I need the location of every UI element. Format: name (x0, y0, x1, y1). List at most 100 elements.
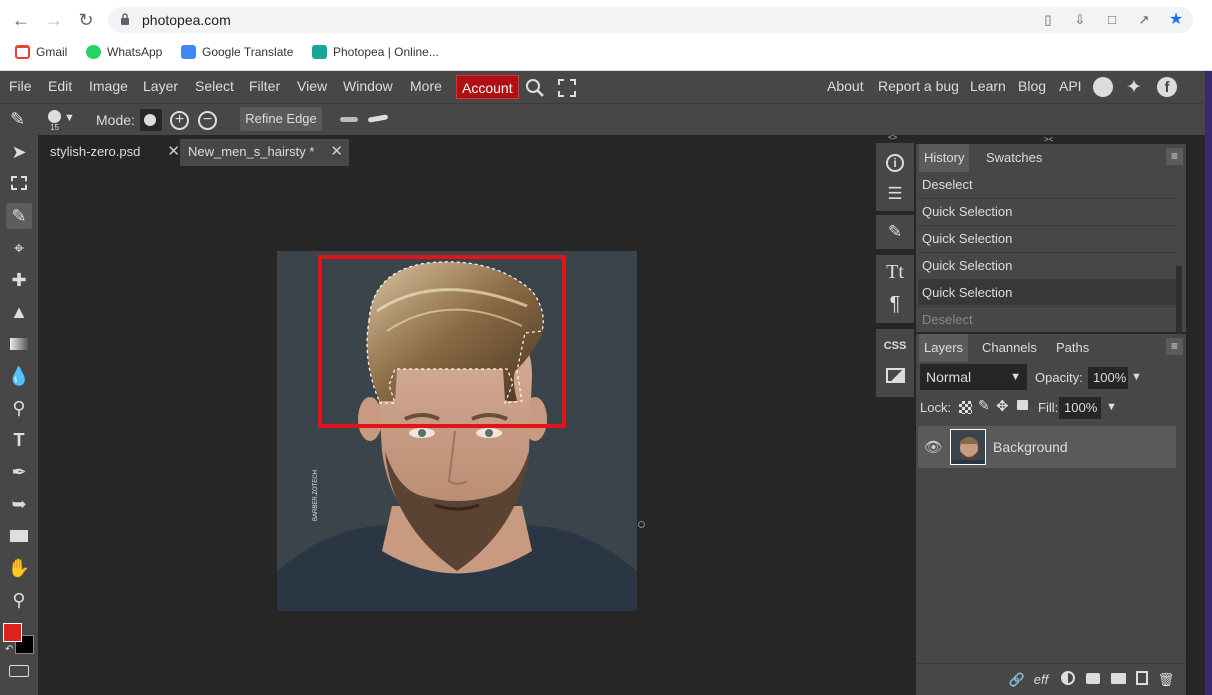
marquee-tool-icon[interactable] (6, 171, 32, 197)
rectangle-tool-icon[interactable] (6, 523, 32, 549)
tab-channels[interactable]: Channels (977, 334, 1042, 362)
quick-selection-tool-icon[interactable]: ✎ (10, 109, 25, 130)
menu-layer[interactable]: Layer (143, 78, 178, 94)
history-item[interactable]: Quick Selection (918, 198, 1176, 224)
zoom-tool-icon[interactable]: ⚲ (6, 587, 32, 613)
brush-settings-icon[interactable]: ✎ (876, 217, 914, 247)
swap-colors-icon[interactable]: ↶ (5, 644, 13, 655)
panel-menu-icon[interactable]: ≡ (1166, 338, 1183, 355)
blur-tool-icon[interactable]: 💧 (6, 363, 32, 389)
tab-history[interactable]: History (919, 144, 970, 172)
lock-all-icon[interactable] (1017, 400, 1028, 410)
menu-more[interactable]: More (410, 78, 442, 94)
brush-dropdown-icon[interactable]: ▼ (64, 112, 75, 124)
tab-layers[interactable]: Layers (919, 334, 969, 362)
tab-swatches[interactable]: Swatches (981, 144, 1047, 172)
dodge-tool-icon[interactable]: ⚲ (6, 395, 32, 421)
mode-subtract-icon[interactable]: − (198, 111, 217, 130)
search-icon[interactable] (525, 78, 545, 98)
mode-new-selection-icon[interactable] (140, 109, 162, 131)
path-select-tool-icon[interactable]: ➥ (6, 491, 32, 517)
panel-collapse-icon[interactable]: >< (1044, 135, 1053, 144)
close-icon[interactable]: ✕ (167, 139, 180, 165)
menu-report-bug[interactable]: Report a bug (878, 78, 959, 94)
refine-edge-button[interactable]: Refine Edge (240, 107, 322, 131)
menu-file[interactable]: File (9, 78, 32, 94)
keyboard-icon[interactable] (9, 665, 29, 677)
paragraph-icon[interactable]: ¶ (876, 289, 914, 319)
lock-position-icon[interactable]: ✥ (996, 397, 1009, 415)
menu-filter[interactable]: Filter (249, 78, 280, 94)
bookmark-star-icon[interactable]: ★ (1168, 12, 1184, 28)
page-icon[interactable]: □ (1104, 12, 1120, 28)
crop-tool-icon[interactable]: ⌖ (6, 235, 32, 261)
history-item[interactable]: Deselect (918, 172, 1176, 198)
screenshot-icon[interactable]: ▯ (1040, 12, 1056, 28)
adjustments-icon[interactable]: ☰ (876, 179, 914, 209)
lock-transparency-icon[interactable] (959, 401, 972, 414)
eye-icon[interactable]: 👁 (924, 438, 943, 456)
foreground-color-swatch[interactable] (3, 623, 22, 642)
menu-select[interactable]: Select (195, 78, 234, 94)
info-icon[interactable]: i (876, 147, 914, 177)
brush-preview-icon[interactable] (48, 110, 61, 123)
fill-dropdown-icon[interactable]: ▼ (1106, 401, 1117, 413)
doc-tab-inactive[interactable]: New_men_s_hairsty * ✕ (180, 139, 349, 166)
tab-paths[interactable]: Paths (1051, 334, 1094, 362)
healing-tool-icon[interactable]: ✚ (6, 267, 32, 293)
link-icon[interactable]: 🔗 (1008, 671, 1026, 689)
bookmark-whatsapp[interactable]: WhatsApp (86, 44, 162, 60)
adjustment-layer-icon[interactable] (1059, 671, 1077, 689)
new-layer-icon[interactable] (1133, 671, 1151, 689)
css-icon[interactable]: CSS (876, 331, 914, 361)
menu-image[interactable]: Image (89, 78, 128, 94)
menu-window[interactable]: Window (343, 78, 393, 94)
address-bar[interactable]: photopea.com ▯ ⇩ □ ↗ ★ (108, 7, 1193, 33)
back-icon[interactable]: ← (10, 9, 32, 31)
folder-icon[interactable] (1109, 671, 1127, 689)
menu-api[interactable]: API (1059, 78, 1082, 94)
gradient-tool-icon[interactable] (6, 331, 32, 357)
hand-tool-icon[interactable]: ✋ (6, 555, 32, 581)
menu-view[interactable]: View (297, 78, 327, 94)
reload-icon[interactable]: ↻ (75, 9, 97, 31)
bookmark-google-translate[interactable]: Google Translate (181, 44, 293, 60)
history-item[interactable]: Quick Selection (918, 225, 1176, 251)
image-icon[interactable] (876, 363, 914, 393)
brush-spacing-icon[interactable] (367, 114, 389, 123)
panel-menu-icon[interactable]: ≡ (1166, 148, 1183, 165)
menu-edit[interactable]: Edit (48, 78, 72, 94)
move-tool-icon[interactable]: ➤ (6, 139, 32, 165)
share-icon[interactable]: ↗ (1136, 12, 1152, 28)
history-item-undone[interactable]: Deselect (918, 306, 1176, 332)
layer-row-background[interactable]: 👁 Background (918, 426, 1176, 468)
forward-icon[interactable]: → (43, 9, 65, 31)
mode-add-icon[interactable]: + (170, 111, 189, 130)
brush-hardness-icon[interactable] (340, 117, 358, 122)
history-item-current[interactable]: Quick Selection (918, 279, 1176, 305)
account-button[interactable]: Account (456, 75, 519, 99)
type-tool-icon[interactable]: T (6, 427, 32, 453)
pen-tool-icon[interactable]: ✒ (6, 459, 32, 485)
character-icon[interactable]: Tt (876, 257, 914, 287)
close-icon[interactable]: ✕ (330, 139, 343, 165)
menu-blog[interactable]: Blog (1018, 78, 1046, 94)
reddit-icon[interactable] (1093, 77, 1113, 97)
effects-icon[interactable]: eff (1032, 671, 1050, 689)
install-icon[interactable]: ⇩ (1072, 12, 1088, 28)
opacity-input[interactable]: 100% (1088, 367, 1128, 389)
lock-pixels-icon[interactable]: ✎ (978, 397, 990, 414)
trash-icon[interactable]: 🗑 (1157, 671, 1175, 689)
bookmark-photopea[interactable]: Photopea | Online... (312, 44, 439, 60)
menu-about[interactable]: About (827, 78, 864, 94)
fullscreen-icon[interactable] (558, 79, 576, 97)
stamp-tool-icon[interactable]: ▲ (6, 299, 32, 325)
history-item[interactable]: Quick Selection (918, 252, 1176, 278)
image-canvas[interactable]: BARBER.ZOTECH (277, 251, 637, 611)
mask-icon[interactable] (1084, 671, 1102, 689)
quick-selection-tool-icon[interactable]: ✎ (6, 203, 32, 229)
facebook-icon[interactable]: f (1157, 77, 1177, 97)
fill-input[interactable]: 100% (1059, 397, 1101, 419)
blend-mode-select[interactable]: Normal ▼ (920, 364, 1027, 390)
opacity-dropdown-icon[interactable]: ▼ (1131, 371, 1142, 383)
